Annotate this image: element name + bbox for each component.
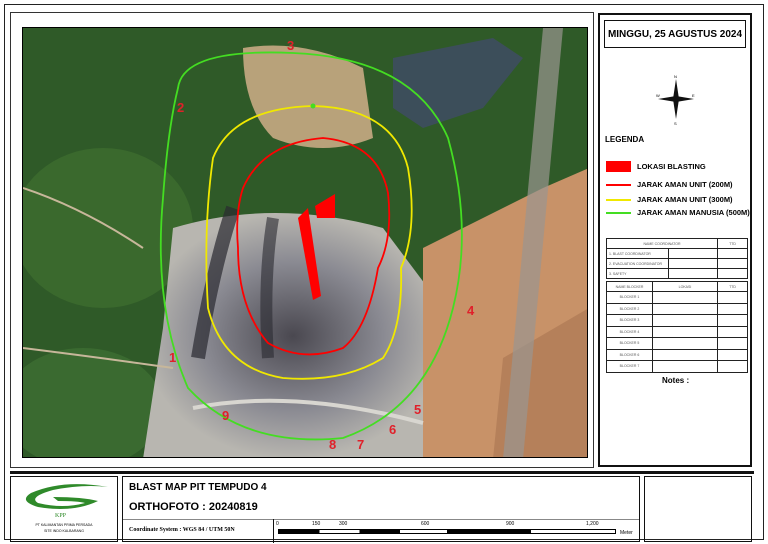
- north-arrow-icon: N S E W: [656, 73, 696, 126]
- legend-item-300m: JARAK AMAN UNIT (300M): [606, 195, 733, 204]
- legend-item-200m: JARAK AMAN UNIT (200M): [606, 180, 733, 189]
- notes-label: Notes :: [662, 376, 690, 385]
- blocker-table: NAME BLOCKER LOKASI TTD BLOCKER 1 BLOCKER …: [606, 281, 748, 373]
- legend-swatch: [606, 161, 631, 172]
- signature-box: [644, 476, 752, 542]
- table-row: BLOCKER 1: [606, 291, 748, 304]
- svg-text:N: N: [674, 74, 677, 79]
- table-row: BLOCKER 5: [606, 337, 748, 350]
- legend-swatch: [606, 198, 631, 201]
- legend-swatch: [606, 211, 631, 214]
- orthofoto-date: ORTHOFOTO : 20240819: [129, 501, 258, 513]
- orthophoto-map[interactable]: [22, 27, 588, 458]
- blocker-point-1[interactable]: 1: [169, 350, 176, 365]
- blocker-point-5[interactable]: 5: [414, 402, 421, 417]
- kpp-logo: KPP: [25, 484, 109, 519]
- table-row: BLOCKER 7: [606, 360, 748, 373]
- legend-item-500m: JARAK AMAN MANUSIA (500M): [606, 208, 750, 217]
- map-canvas: [23, 28, 587, 457]
- legend-title: LEGENDA: [605, 135, 645, 144]
- title-block: KPP PT KALIMANTAN PRIMA PERSADA SITE IND…: [10, 471, 754, 543]
- scale-bar: 0 150 300 600 900 1,200 Meter: [276, 521, 633, 536]
- blocker-point-3[interactable]: 3: [287, 38, 294, 53]
- table-row: BLOCKER 6: [606, 348, 748, 361]
- mine-pit: [143, 213, 443, 457]
- svg-text:S: S: [674, 121, 677, 125]
- legend-item-blasting: LOKASI BLASTING: [606, 161, 706, 172]
- blocker-point-2[interactable]: 2: [177, 100, 184, 115]
- date-label: MINGGU, 25 AGUSTUS 2024: [604, 20, 746, 48]
- table-row: BLOCKER 2: [606, 302, 748, 315]
- table-row: 2. EVACUATION COORDINATOR: [606, 258, 748, 269]
- blocker-point-9[interactable]: 9: [222, 408, 229, 423]
- table-row: BLOCKER 4: [606, 325, 748, 338]
- coordinate-system: Coordinate System : WGS 84 / UTM 50N: [129, 527, 235, 533]
- svg-text:E: E: [692, 93, 695, 98]
- blocker-point-7[interactable]: 7: [357, 437, 364, 452]
- blocker-point-6[interactable]: 6: [389, 422, 396, 437]
- table-row: 3. SAFETY: [606, 268, 748, 279]
- title-box: BLAST MAP PIT TEMPUDO 4 ORTHOFOTO : 2024…: [122, 476, 640, 543]
- legend-swatch: [606, 183, 631, 186]
- coordinator-table: NAME COORDINATOR TTD 1. BLAST COORDINATOR…: [606, 238, 748, 279]
- blocker-point-4[interactable]: 4: [467, 303, 474, 318]
- svg-text:KPP: KPP: [55, 513, 67, 519]
- map-title: BLAST MAP PIT TEMPUDO 4: [129, 482, 267, 493]
- logo-box: KPP PT KALIMANTAN PRIMA PERSADA SITE IND…: [10, 476, 118, 542]
- table-row: 1. BLAST COORDINATOR: [606, 248, 748, 259]
- blocker-point-8[interactable]: 8: [329, 437, 336, 452]
- info-panel: MINGGU, 25 AGUSTUS 2024 N S E W LEGENDA …: [598, 13, 752, 467]
- table-row: BLOCKER 3: [606, 314, 748, 327]
- svg-text:W: W: [656, 93, 660, 98]
